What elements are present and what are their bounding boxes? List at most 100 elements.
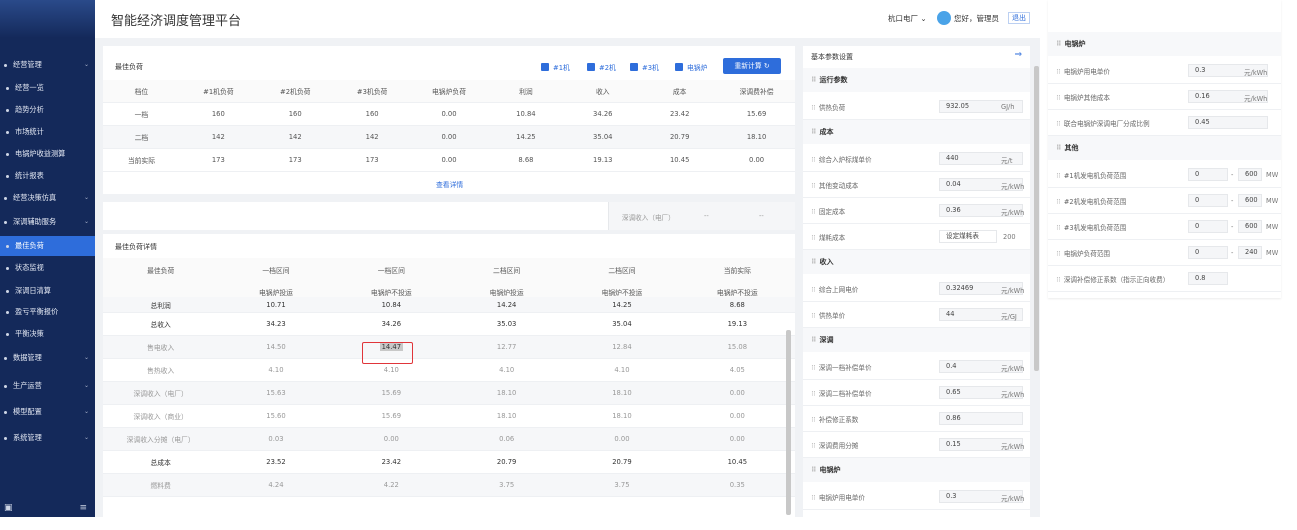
sidebar-item[interactable]: 状态监视 [0, 258, 95, 278]
sidebar-item-label: 模型配置 [13, 407, 42, 416]
drag-handle-icon[interactable]: ⠿ [811, 104, 816, 112]
drag-handle-icon[interactable]: ⠿ [1056, 40, 1061, 48]
param-section-header: ⠿ 其他 [1048, 136, 1281, 160]
sidebar-item[interactable]: 平衡决策 [0, 324, 95, 344]
drag-handle-icon[interactable]: ⠿ [811, 234, 816, 242]
unit-checkbox[interactable]: #1机 [541, 62, 570, 72]
param-input[interactable]: 设定煤耗表 [939, 230, 997, 243]
param-input[interactable]: 0.8 [1188, 272, 1228, 285]
drag-handle-icon[interactable]: ⠿ [811, 336, 816, 344]
sidebar-item[interactable]: 生产运营 ⌄ [0, 376, 95, 396]
sidebar-item[interactable]: 经营管理 ⌄ [0, 55, 95, 75]
table-cell: 8.68 [518, 156, 534, 164]
drag-handle-icon[interactable]: ⠿ [1056, 68, 1061, 76]
sidebar-item[interactable]: 趋势分析 [0, 100, 95, 120]
param-input-max[interactable]: 600 [1238, 220, 1262, 233]
drag-handle-icon[interactable]: ⠿ [811, 156, 816, 164]
avatar[interactable] [937, 11, 951, 25]
params-scrollbar[interactable] [1034, 66, 1039, 371]
table-cell: 10.84 [516, 110, 536, 118]
drag-handle-icon[interactable]: ⠿ [1056, 172, 1061, 180]
sidebar-item-label: 深调日清算 [15, 286, 51, 295]
collapse-icon[interactable]: ▣ [4, 503, 13, 513]
drag-handle-icon[interactable]: ⠿ [1056, 120, 1061, 128]
param-row: ⠿ 深调二档补偿单价 0.65 元/kWh [803, 380, 1030, 406]
drag-handle-icon[interactable]: ⠿ [811, 258, 816, 266]
detail-cell: 20.79 [496, 458, 517, 466]
drag-handle-icon[interactable]: ⠿ [811, 286, 816, 294]
param-input-max[interactable]: 600 [1238, 194, 1262, 207]
logout-button[interactable]: 退出 [1008, 12, 1030, 24]
unit-checkbox[interactable]: 电锅炉 [675, 62, 707, 72]
param-row: ⠿ 补偿修正系数 0.86 [803, 406, 1030, 432]
sidebar-item[interactable]: 模型配置 ⌄ [0, 402, 95, 422]
column-header: 二档区间 [608, 266, 636, 275]
bullet-icon [6, 86, 9, 90]
drag-handle-icon[interactable]: ⠿ [811, 494, 816, 502]
param-section-header: ⠿ 电锅炉 [803, 458, 1030, 482]
drag-handle-icon[interactable]: ⠿ [811, 128, 816, 136]
drag-handle-icon[interactable]: ⠿ [811, 416, 816, 424]
detail-cell: 18.10 [496, 389, 517, 397]
param-input[interactable]: 0 [1188, 168, 1228, 181]
param-row: ⠿ 电锅炉用电单价 0.3 元/kWh [803, 484, 1030, 510]
drag-handle-icon[interactable]: ⠿ [811, 390, 816, 398]
drag-handle-icon[interactable]: ⠿ [1056, 250, 1061, 258]
drag-handle-icon[interactable]: ⠿ [811, 442, 816, 450]
sidebar-item[interactable]: 深调辅助服务 ⌄ [0, 212, 95, 232]
bullet-icon [4, 410, 7, 414]
sidebar-item[interactable]: 深调日清算 [0, 281, 95, 301]
table-row: 一档 160 160 160 0.00 10.84 34.26 23.42 15.69 [103, 103, 795, 126]
param-input[interactable]: 0 [1188, 220, 1228, 233]
sidebar-item[interactable]: 数据管理 ⌄ [0, 348, 95, 368]
table-cell: 160 [211, 110, 225, 118]
param-input[interactable]: 0 [1188, 246, 1228, 259]
collapse-panel-icon[interactable]: ⇒ [1014, 50, 1022, 60]
factory-select[interactable]: 杭口电厂 ⌄ [888, 13, 927, 24]
menu-icon[interactable]: ≡ [79, 503, 87, 513]
sidebar-item[interactable]: 市场统计 [0, 122, 95, 142]
sidebar-item[interactable]: 系统管理 ⌄ [0, 428, 95, 448]
drag-handle-icon[interactable]: ⠿ [1056, 94, 1061, 102]
detail-cell: 售热收入 [147, 367, 175, 375]
sidebar-item[interactable]: 电锅炉收益测算 [0, 144, 95, 164]
sidebar-item[interactable]: 最佳负荷 [0, 236, 95, 256]
param-input-max[interactable]: 240 [1238, 246, 1262, 259]
detail-row: 深调收入分摊（电厂） 0.03 0.00 0.06 0.00 0.00 [103, 428, 795, 451]
view-detail-link[interactable]: 查看详情 [436, 179, 463, 189]
section-name: 深调 [819, 336, 834, 344]
drag-handle-icon[interactable]: ⠿ [1056, 224, 1061, 232]
detail-cell: 4.24 [268, 481, 284, 489]
table-cell: 二档 [134, 134, 149, 142]
param-input-max[interactable]: 600 [1238, 168, 1262, 181]
sidebar-item[interactable]: 经营一览 [0, 78, 95, 98]
drag-handle-icon[interactable]: ⠿ [811, 312, 816, 320]
sidebar-item[interactable]: 经营决策仿真 ⌄ [0, 188, 95, 208]
drag-handle-icon[interactable]: ⠿ [1056, 144, 1061, 152]
sidebar-item[interactable]: 盈亏平衡报价 [0, 302, 95, 322]
sidebar-logo [0, 0, 95, 38]
sidebar-item-label: 经营一览 [15, 83, 44, 92]
drag-handle-icon[interactable]: ⠿ [811, 76, 816, 84]
drag-handle-icon[interactable]: ⠿ [1056, 198, 1061, 206]
detail-cell: 0.06 [499, 435, 515, 443]
param-label: ⠿ 煤耗成本 [811, 233, 846, 242]
bullet-icon [6, 332, 9, 336]
drag-handle-icon[interactable]: ⠿ [811, 208, 816, 216]
sidebar-item[interactable]: 统计报表 [0, 166, 95, 186]
drag-handle-icon[interactable]: ⠿ [1056, 276, 1061, 284]
best-load-panel: 最佳负荷 #1机 #2机 #3机 电锅炉 重新计算 ↻ 档位 #1机负荷 #2机负荷 #3机… [103, 46, 795, 194]
param-input[interactable]: 0 [1188, 194, 1228, 207]
recalc-button[interactable]: 重新计算 ↻ [723, 58, 781, 74]
drag-handle-icon[interactable]: ⠿ [811, 364, 816, 372]
unit-checkbox[interactable]: #3机 [630, 62, 659, 72]
detail-scrollbar[interactable] [786, 330, 791, 515]
table-row: 当前实际 173 173 173 0.00 8.68 19.13 10.45 0.00 [103, 149, 795, 172]
drag-handle-icon[interactable]: ⠿ [811, 466, 816, 474]
param-input[interactable]: 0.86 [939, 412, 1023, 425]
detail-cell: 0.03 [268, 435, 284, 443]
param-input[interactable]: 0.45 [1188, 116, 1268, 129]
checkbox-checked-icon [587, 63, 595, 71]
drag-handle-icon[interactable]: ⠿ [811, 182, 816, 190]
unit-checkbox[interactable]: #2机 [587, 62, 616, 72]
